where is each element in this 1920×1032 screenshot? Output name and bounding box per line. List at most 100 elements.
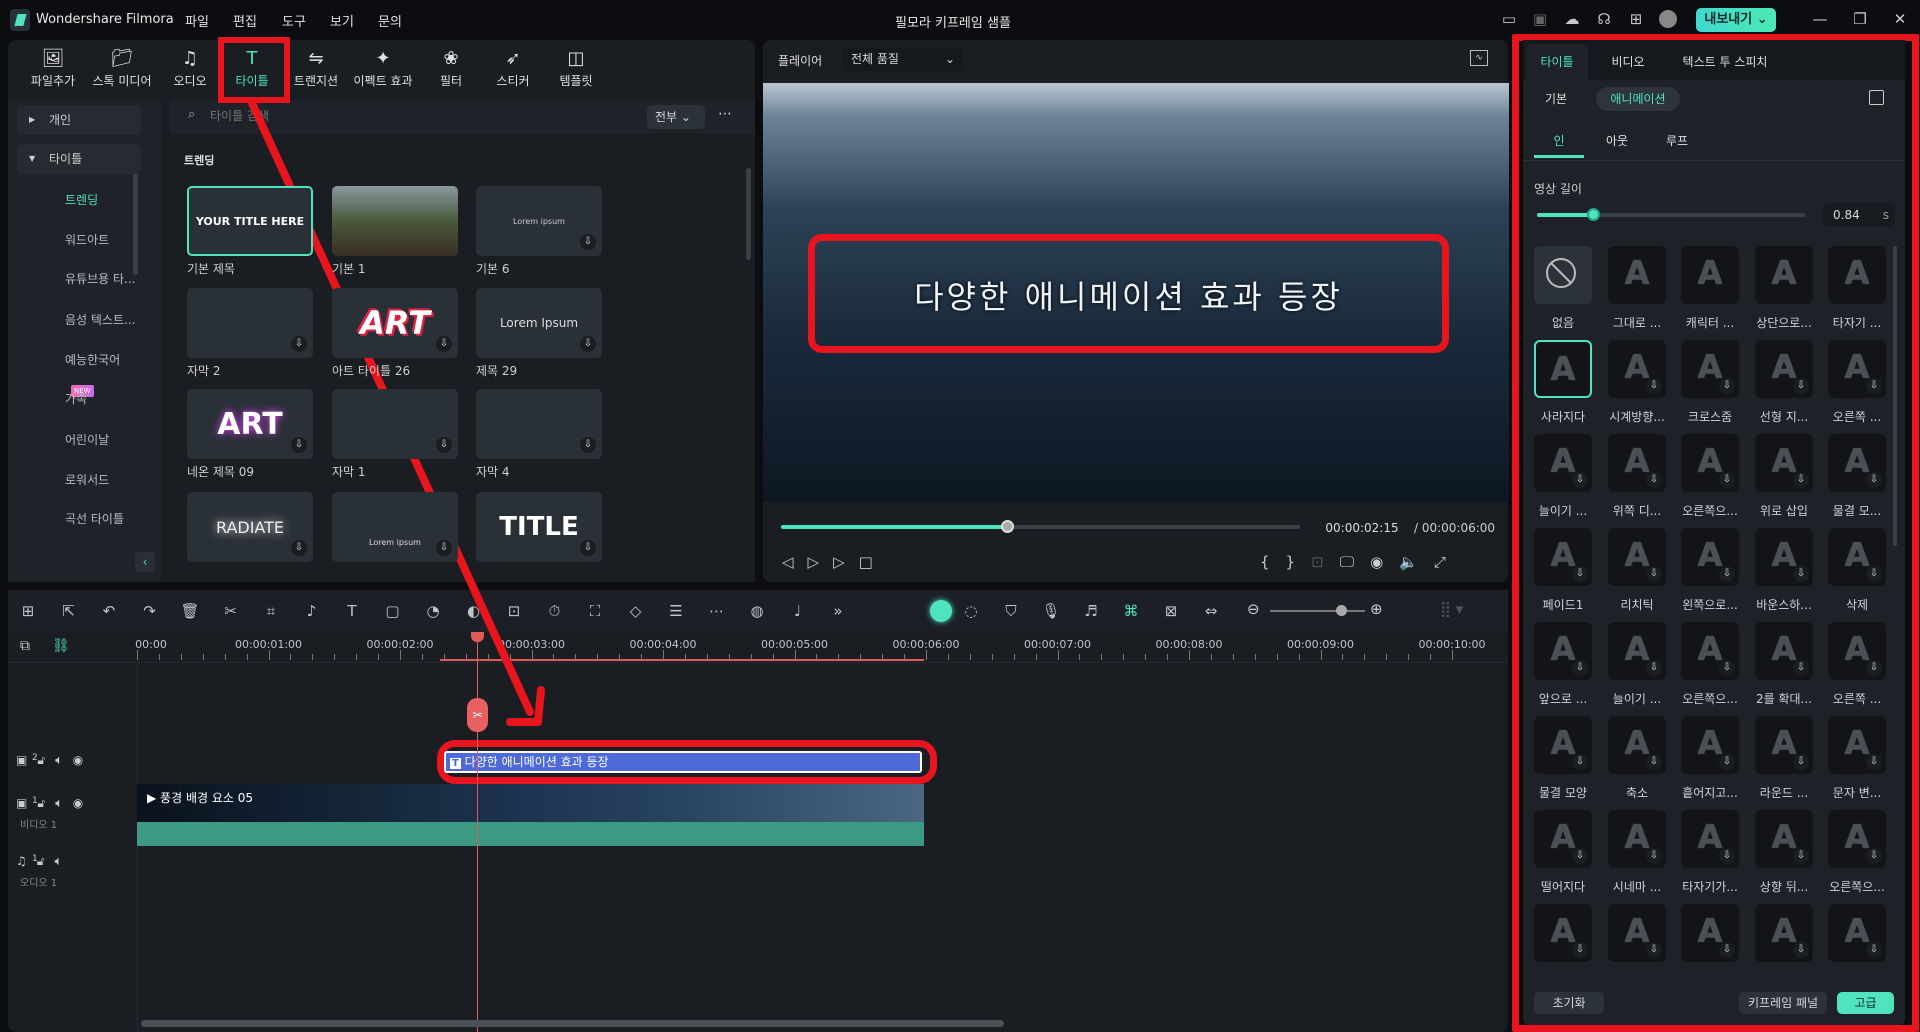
lock-icon[interactable]: 🔓︎ — [37, 796, 55, 810]
toolbar-transition[interactable]: ⇋ 트랜지션 — [283, 48, 349, 89]
animation-preset[interactable]: A ⇩ — [1608, 904, 1666, 962]
animation-preset[interactable] — [1534, 246, 1592, 304]
mute-icon[interactable]: 🔈︎ — [55, 854, 73, 868]
split-scissors-icon[interactable]: ✂ — [467, 698, 488, 732]
search-input[interactable] — [210, 106, 410, 126]
download-icon[interactable]: ⇩ — [1719, 848, 1735, 864]
more-icon[interactable]: ⋯ — [718, 106, 732, 122]
text-icon[interactable]: T — [341, 600, 363, 622]
fullscreen-icon[interactable]: ⤢ — [1434, 553, 1462, 571]
mute-icon[interactable]: 🔈︎ — [55, 753, 73, 767]
sidebar-item[interactable]: 로워서드 — [17, 465, 141, 495]
download-icon[interactable]: ⇩ — [1793, 566, 1809, 582]
duration-input[interactable]: 0.84 s — [1823, 203, 1895, 227]
more-tools-icon[interactable]: » — [827, 600, 849, 622]
panel-tab[interactable]: 타이틀 — [1526, 44, 1588, 80]
subtab-animation[interactable]: 애니메이션 — [1596, 87, 1680, 111]
download-icon[interactable]: ⇩ — [436, 336, 452, 352]
reset-button[interactable]: 초기화 — [1534, 992, 1604, 1014]
download-icon[interactable]: ⇩ — [1793, 848, 1809, 864]
delete-icon[interactable]: 🗑︎ — [179, 600, 201, 622]
anim-tab[interactable]: 루프 — [1652, 132, 1702, 158]
download-icon[interactable]: ⇩ — [580, 437, 596, 453]
mark-in-icon[interactable]: { — [1260, 553, 1286, 571]
advanced-button[interactable]: 고급 — [1837, 992, 1894, 1014]
download-icon[interactable]: ⇩ — [1719, 472, 1735, 488]
download-icon[interactable]: ⇩ — [1866, 472, 1882, 488]
animation-preset[interactable]: A ⇩ — [1534, 622, 1592, 680]
crop-icon[interactable]: ⌗ — [260, 600, 282, 622]
add-track-icon[interactable]: ⧉ — [20, 638, 30, 654]
layout-icon[interactable]: ▭ — [1499, 10, 1519, 28]
animation-preset[interactable]: A — [1681, 246, 1739, 304]
animation-preset[interactable]: A — [1534, 340, 1592, 398]
menu-4[interactable]: 문의 — [378, 11, 402, 30]
mask-icon[interactable]: ▢ — [382, 600, 404, 622]
animation-preset[interactable]: A ⇩ — [1828, 528, 1886, 586]
zoom-in-icon[interactable]: ⊕ — [1370, 600, 1383, 618]
animation-preset[interactable]: A ⇩ — [1828, 810, 1886, 868]
animation-preset[interactable]: A ⇩ — [1828, 340, 1886, 398]
panel-tab[interactable]: 텍스트 투 스피치 — [1665, 44, 1785, 80]
sidebar-item[interactable]: 트렌딩 — [17, 185, 141, 215]
sidebar-item[interactable]: 어린이날 — [17, 425, 141, 455]
animation-preset[interactable]: A ⇩ — [1828, 622, 1886, 680]
title-card[interactable]: ART ⇩ — [332, 288, 458, 358]
download-icon[interactable]: ⇩ — [580, 234, 596, 250]
animation-preset[interactable]: A ⇩ — [1608, 716, 1666, 774]
lock-icon[interactable]: 🔓︎ — [37, 753, 55, 767]
download-icon[interactable]: ⇩ — [1866, 660, 1882, 676]
keyframe-icon[interactable]: ◇ — [625, 600, 647, 622]
play-icon[interactable]: ▷ — [833, 553, 859, 571]
animation-preset[interactable]: A — [1755, 246, 1813, 304]
save-icon[interactable]: ▣ — [1530, 10, 1550, 28]
ai-scene-icon[interactable]: ⌘ — [1120, 600, 1142, 622]
snapshot-icon[interactable]: ◉ — [1370, 553, 1399, 571]
prev-frame-icon[interactable]: ◁ — [782, 553, 808, 571]
animation-preset[interactable]: A ⇩ — [1681, 340, 1739, 398]
sidebar-item[interactable]: 예능한국어NEW — [17, 345, 141, 397]
download-icon[interactable]: ⇩ — [1572, 566, 1588, 582]
toolbar-effects[interactable]: ✦ 이펙트 효과 — [350, 48, 416, 89]
stabilize-icon[interactable]: ⛶ — [584, 600, 606, 622]
download-icon[interactable]: ⇩ — [1572, 942, 1588, 958]
title-card[interactable]: YOUR TITLE HERE — [187, 186, 313, 256]
timeline-scrollbar[interactable] — [141, 1020, 1004, 1027]
ai-copilot-icon[interactable] — [930, 600, 952, 622]
toolbar-filter[interactable]: ❀ 필터 — [418, 48, 484, 89]
minimize-icon[interactable]: — — [1810, 10, 1830, 28]
animation-preset[interactable]: A ⇩ — [1534, 904, 1592, 962]
animation-preset[interactable]: A ⇩ — [1608, 810, 1666, 868]
download-icon[interactable]: ⇩ — [1793, 472, 1809, 488]
download-icon[interactable]: ⇩ — [1572, 660, 1588, 676]
download-icon[interactable]: ⇩ — [1866, 848, 1882, 864]
collapse-sidebar-button[interactable]: ‹ — [135, 552, 155, 572]
fit-icon[interactable]: ⇔ — [1200, 600, 1222, 622]
restore-icon[interactable]: ❐ — [1850, 10, 1870, 28]
panel-tab[interactable]: 비디오 — [1598, 44, 1658, 80]
download-icon[interactable]: ⇩ — [1646, 942, 1662, 958]
audio-stretch-icon[interactable]: ♩ — [787, 600, 809, 622]
quality-dropdown[interactable]: 전체 품질 ⌄ — [843, 47, 963, 71]
redo-icon[interactable]: ↷ — [139, 600, 161, 622]
select-icon[interactable]: ⇱ — [58, 600, 80, 622]
toolbar-import[interactable]: 🖼︎ 파일추가 — [20, 48, 86, 89]
timeline-ruler[interactable]: 00:00 00:00:01:00 00:00:02:00 00:00:03:00 00… — [135, 632, 1508, 662]
download-icon[interactable]: ⇩ — [1793, 754, 1809, 770]
keyframe-panel-button[interactable]: 키프레임 패널 — [1739, 992, 1827, 1014]
zoom-out-icon[interactable]: ⊖ — [1247, 600, 1260, 618]
download-icon[interactable]: ⇩ — [580, 336, 596, 352]
stop-icon[interactable]: □ — [859, 553, 887, 571]
subtab-basic[interactable]: 기본 — [1545, 90, 1567, 107]
download-icon[interactable]: ⇩ — [1866, 378, 1882, 394]
animation-preset[interactable]: A ⇩ — [1681, 810, 1739, 868]
download-icon[interactable]: ⇩ — [1719, 942, 1735, 958]
cut-icon[interactable]: ✂ — [220, 600, 242, 622]
download-icon[interactable]: ⇩ — [1866, 566, 1882, 582]
mic-icon[interactable]: 🎙︎ — [1040, 600, 1062, 622]
download-icon[interactable]: ⇩ — [436, 540, 452, 556]
title-card[interactable]: Lorem ipsum ⇩ — [476, 186, 602, 256]
scope-icon[interactable]: ∿ — [1470, 50, 1488, 66]
download-icon[interactable]: ⇩ — [1793, 942, 1809, 958]
animation-preset[interactable]: A ⇩ — [1608, 528, 1666, 586]
